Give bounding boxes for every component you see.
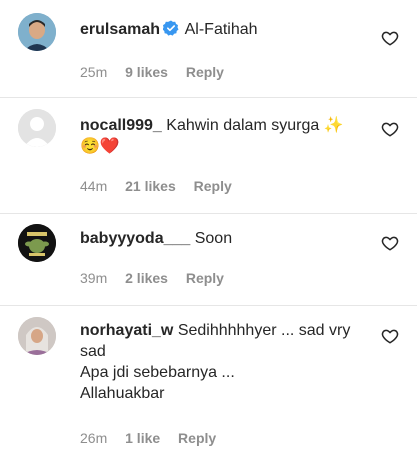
comment-meta: 25m 9 likes Reply <box>80 64 238 80</box>
comment-time: 25m <box>80 64 108 80</box>
comment-meta: 44m 21 likes Reply <box>80 178 246 194</box>
comment-item: babyyyoda___ Soon 39m 2 likes Reply <box>0 224 417 302</box>
comment-body: babyyyoda___ Soon <box>80 228 360 249</box>
comment-meta: 26m 1 like Reply <box>80 430 230 446</box>
comment-time: 44m <box>80 178 108 194</box>
comment-text-line: Allahuakbar <box>80 385 165 402</box>
comments-list: erulsamah Al-Fatihah 25m 9 likes Reply n… <box>0 0 417 461</box>
comment-text: Sedihhhhhyer ... sad vry <box>177 322 351 339</box>
heart-outline-icon[interactable] <box>381 120 399 138</box>
divider <box>0 97 417 98</box>
comment-text: Soon <box>194 230 233 247</box>
comment-text-line: ☺️❤️ <box>80 138 120 155</box>
comment-likes[interactable]: 9 likes <box>125 64 168 80</box>
comment-item: norhayati_w Sedihhhhhyer ... sad vry sad… <box>0 317 417 457</box>
comment-body: nocall999_ Kahwin dalam syurga ✨ ☺️❤️ <box>80 115 360 157</box>
comment-time: 39m <box>80 270 108 286</box>
comment-meta: 39m 2 likes Reply <box>80 270 238 286</box>
comment-text: Al-Fatihah <box>184 21 258 38</box>
reply-button[interactable]: Reply <box>194 178 232 194</box>
heart-outline-icon[interactable] <box>381 327 399 345</box>
avatar[interactable] <box>18 109 56 147</box>
comment-item: nocall999_ Kahwin dalam syurga ✨ ☺️❤️ 44… <box>0 109 417 209</box>
verified-badge-icon <box>163 20 179 36</box>
reply-button[interactable]: Reply <box>186 270 224 286</box>
reply-button[interactable]: Reply <box>178 430 216 446</box>
username[interactable]: babyyyoda___ <box>80 230 190 247</box>
comment-likes[interactable]: 21 likes <box>125 178 176 194</box>
comment-text-line: Apa jdi sebebarnya ... <box>80 364 235 381</box>
avatar[interactable] <box>18 317 56 355</box>
username[interactable]: nocall999_ <box>80 117 162 134</box>
avatar[interactable] <box>18 13 56 51</box>
reply-button[interactable]: Reply <box>186 64 224 80</box>
divider <box>0 305 417 306</box>
divider <box>0 213 417 214</box>
comment-likes[interactable]: 2 likes <box>125 270 168 286</box>
comment-time: 26m <box>80 430 108 446</box>
comment-text-line: sad <box>80 343 106 360</box>
comment-body: erulsamah Al-Fatihah <box>80 19 360 40</box>
avatar[interactable] <box>18 224 56 262</box>
comment-body: norhayati_w Sedihhhhhyer ... sad vry sad… <box>80 320 360 404</box>
username[interactable]: norhayati_w <box>80 322 173 339</box>
username[interactable]: erulsamah <box>80 21 160 38</box>
comment-likes[interactable]: 1 like <box>125 430 160 446</box>
comment-item: erulsamah Al-Fatihah 25m 9 likes Reply <box>0 13 417 93</box>
heart-outline-icon[interactable] <box>381 234 399 252</box>
comment-text: Kahwin dalam syurga ✨ <box>166 117 344 134</box>
heart-outline-icon[interactable] <box>381 29 399 47</box>
